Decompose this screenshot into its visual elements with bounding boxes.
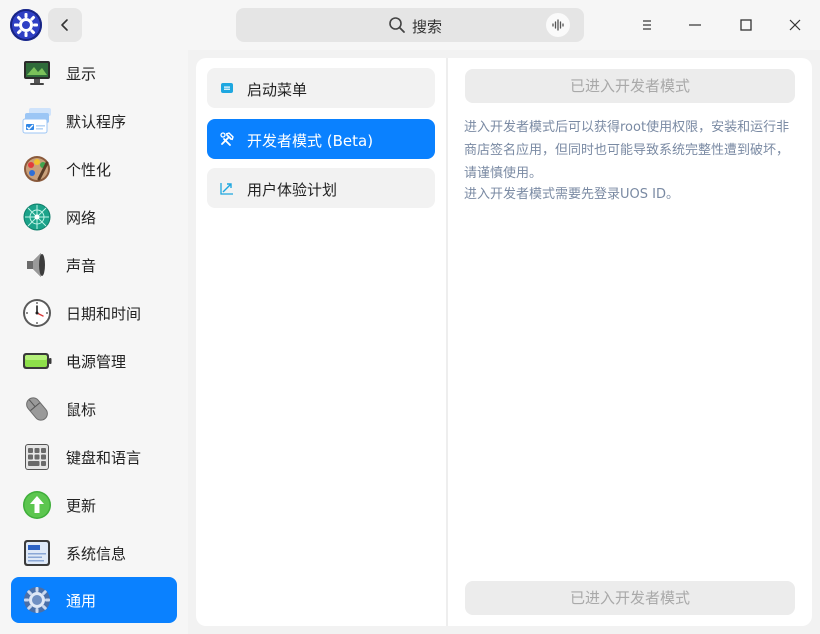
sidebar-item-network[interactable]: 网络 bbox=[11, 194, 177, 240]
sidebar-item-label: 通用 bbox=[66, 592, 97, 610]
update-icon bbox=[23, 491, 51, 519]
personalization-icon bbox=[24, 156, 50, 182]
sidebar-item-label: 电源管理 bbox=[66, 353, 127, 371]
subnav-item-label: 启动菜单 bbox=[247, 81, 308, 99]
sidebar-item-label: 默认程序 bbox=[66, 113, 127, 131]
general-icon bbox=[24, 587, 50, 613]
developer-mode-description: 进入开发者模式后可以获得root使用权限，安装和运行非商店签名应用，但同时也可能… bbox=[464, 120, 790, 181]
subnav-panel: 启动菜单 开发者模式 (Beta) 用户体验计划 bbox=[196, 58, 446, 626]
maximize-icon bbox=[740, 19, 752, 31]
sidebar-item-label: 更新 bbox=[66, 497, 97, 515]
minimize-icon bbox=[689, 24, 701, 26]
app-logo-icon bbox=[10, 9, 42, 41]
sidebar-item-label: 个性化 bbox=[66, 161, 112, 179]
battery-icon bbox=[23, 353, 52, 369]
search-icon bbox=[389, 17, 405, 33]
sidebar-item-label: 显示 bbox=[66, 65, 97, 83]
sidebar-item-keyboard[interactable]: 键盘和语言 bbox=[11, 434, 177, 480]
sidebar-item-default-apps[interactable]: 默认程序 bbox=[11, 98, 177, 144]
ux-program-icon bbox=[220, 183, 233, 195]
system-info-icon bbox=[24, 540, 50, 566]
developer-tools-icon bbox=[220, 132, 234, 146]
sidebar-item-personalization[interactable]: 个性化 bbox=[11, 146, 177, 192]
back-button[interactable] bbox=[48, 8, 82, 42]
sidebar-item-label: 网络 bbox=[66, 209, 97, 227]
search-input[interactable]: 搜索 bbox=[236, 8, 584, 42]
sidebar-item-sound[interactable]: 声音 bbox=[11, 242, 177, 288]
developer-mode-status-button[interactable]: 已进入开发者模式 bbox=[465, 69, 795, 103]
sidebar-item-label: 日期和时间 bbox=[66, 305, 142, 323]
voice-wave-icon bbox=[552, 19, 564, 31]
keyboard-icon bbox=[25, 444, 49, 470]
sidebar: 显示 默认程序 个性化 网络 声音 日期和时间 电源管理 鼠标 键盘和语言 更新… bbox=[0, 50, 188, 634]
sidebar-item-label: 鼠标 bbox=[66, 401, 97, 419]
title-bar: 搜索 bbox=[0, 0, 820, 50]
hamburger-menu-icon bbox=[643, 20, 651, 30]
developer-mode-bottom-button[interactable]: 已进入开发者模式 bbox=[465, 581, 795, 615]
sidebar-item-update[interactable]: 更新 bbox=[11, 482, 177, 528]
sidebar-item-display[interactable]: 显示 bbox=[11, 50, 177, 96]
sidebar-item-label: 系统信息 bbox=[66, 545, 127, 563]
maximize-button[interactable] bbox=[733, 12, 759, 38]
sidebar-item-general[interactable]: 通用 bbox=[11, 577, 177, 623]
mouse-icon bbox=[26, 397, 48, 421]
chevron-left-icon bbox=[61, 19, 68, 31]
subnav-item-developer-mode[interactable]: 开发者模式 (Beta) bbox=[207, 119, 435, 159]
developer-mode-content: 已进入开发者模式 进入开发者模式后可以获得root使用权限，安装和运行非商店签名… bbox=[448, 58, 812, 626]
sidebar-item-label: 键盘和语言 bbox=[66, 449, 142, 467]
close-icon bbox=[789, 19, 801, 31]
sidebar-item-datetime[interactable]: 日期和时间 bbox=[11, 290, 177, 336]
sidebar-item-mouse[interactable]: 鼠标 bbox=[11, 386, 177, 432]
login-requirement-note: 进入开发者模式需要先登录UOS ID。 bbox=[464, 187, 679, 202]
display-icon bbox=[24, 61, 50, 85]
default-apps-icon bbox=[22, 108, 51, 134]
sound-icon bbox=[27, 253, 45, 277]
subnav-item-label: 用户体验计划 bbox=[247, 181, 338, 199]
search-placeholder: 搜索 bbox=[412, 18, 443, 36]
boot-menu-icon bbox=[221, 83, 233, 93]
network-icon bbox=[23, 203, 51, 231]
voice-input-button[interactable] bbox=[546, 13, 570, 37]
clock-icon bbox=[23, 299, 51, 327]
sidebar-item-power[interactable]: 电源管理 bbox=[11, 338, 177, 384]
sidebar-item-system-info[interactable]: 系统信息 bbox=[11, 530, 177, 576]
minimize-button[interactable] bbox=[682, 12, 708, 38]
menu-button[interactable] bbox=[634, 12, 660, 38]
close-button[interactable] bbox=[782, 12, 808, 38]
subnav-item-ux-program[interactable]: 用户体验计划 bbox=[207, 168, 435, 208]
subnav-item-label: 开发者模式 (Beta) bbox=[247, 132, 374, 150]
subnav-item-boot-menu[interactable]: 启动菜单 bbox=[207, 68, 435, 108]
sidebar-item-label: 声音 bbox=[66, 257, 97, 275]
